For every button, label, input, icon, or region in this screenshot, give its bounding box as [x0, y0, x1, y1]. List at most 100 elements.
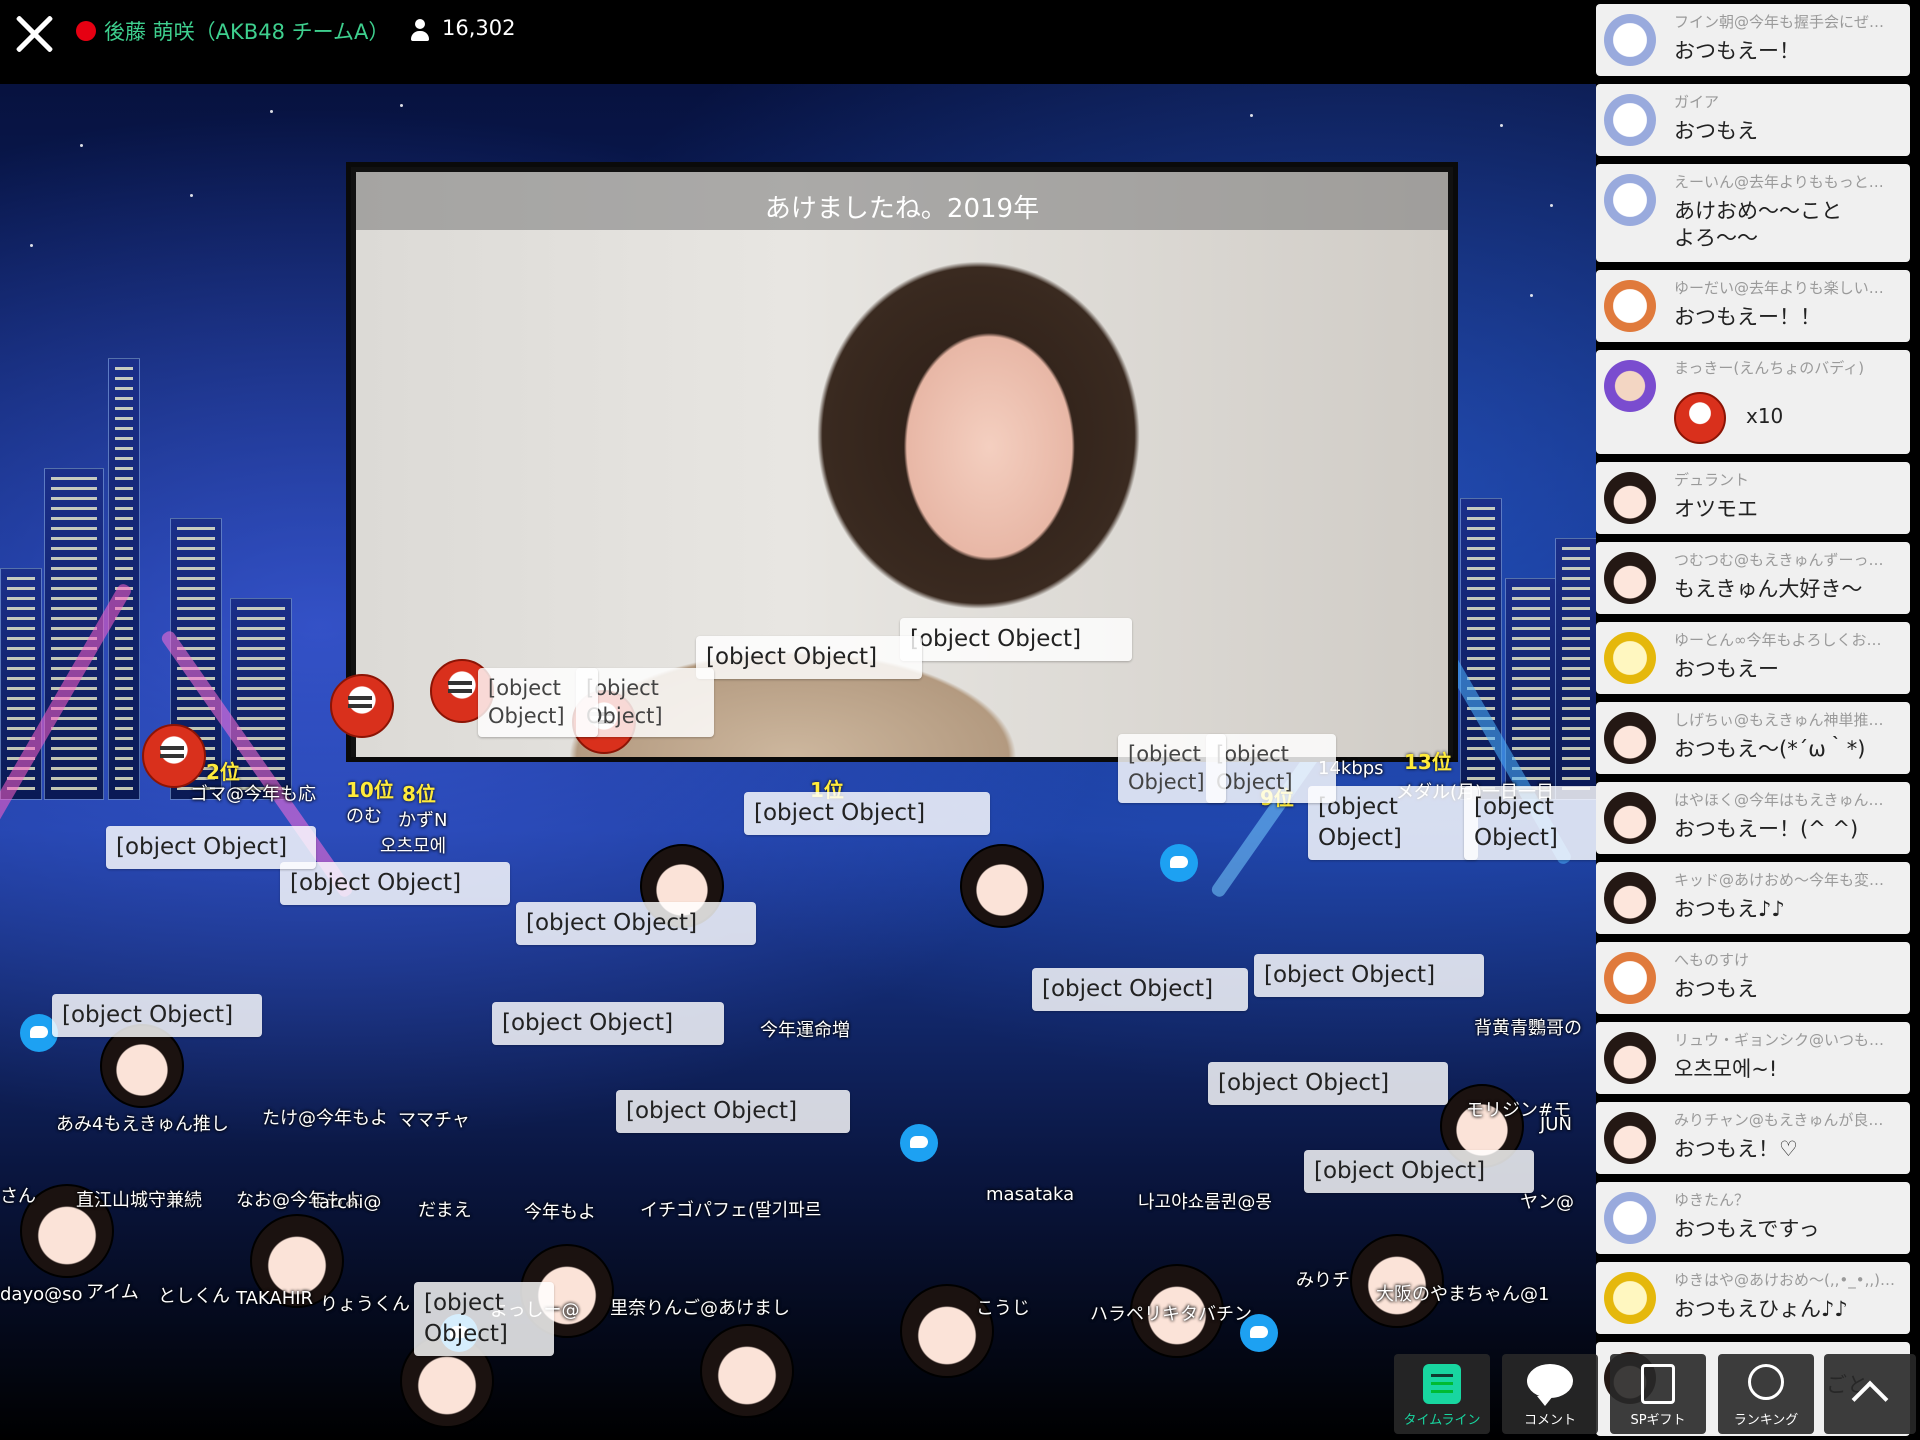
- viewer-name-tag: さん: [0, 1186, 36, 1207]
- floating-comment: [object Object]: [414, 1282, 554, 1357]
- timeline-username[interactable]: デュラント: [1674, 469, 1902, 490]
- user-avatar[interactable]: [1604, 472, 1656, 524]
- timeline-username[interactable]: ゆきたん？: [1674, 1189, 1902, 1210]
- floating-comment: [object Object]: [900, 618, 1132, 662]
- viewer-name-tag: としくん: [158, 1286, 230, 1307]
- twitter-icon: [900, 1124, 938, 1162]
- floating-comment: [object Object]: [616, 1090, 850, 1134]
- viewer-name-tag: tarchi@: [312, 1192, 382, 1213]
- user-avatar[interactable]: [1604, 632, 1656, 684]
- twitter-icon: [1160, 844, 1198, 882]
- user-avatar[interactable]: [1604, 1112, 1656, 1164]
- timeline-item[interactable]: ゆきはや@あけおめ～(,,•_•,,)… おつもえひょん♪♪: [1596, 1262, 1910, 1334]
- speech-bubble-icon: [1527, 1364, 1573, 1406]
- timeline-username[interactable]: まっきー(えんちょのバディ): [1674, 357, 1902, 378]
- timeline-comment: おつもえ: [1674, 119, 1758, 143]
- comment-timeline[interactable]: フイン朝@今年も握手会にぜ… おつもえー！ ガイア おつもえ えーいん@去年より…: [1596, 0, 1920, 1440]
- user-avatar[interactable]: [1604, 872, 1656, 924]
- timeline-username[interactable]: ゆーだい@去年よりも楽しい…: [1674, 277, 1902, 298]
- user-avatar[interactable]: [1604, 1272, 1656, 1324]
- user-avatar[interactable]: [1604, 1192, 1656, 1244]
- timeline-username[interactable]: みりチャン@もえきゅんが良…: [1674, 1109, 1902, 1130]
- close-button[interactable]: [12, 12, 56, 56]
- viewer-name-tag: ハラペリキタバチン: [1090, 1304, 1252, 1325]
- user-avatar[interactable]: [1604, 94, 1656, 146]
- viewer-name-tag: みりチ: [1296, 1270, 1350, 1291]
- user-avatar[interactable]: [1604, 792, 1656, 844]
- viewer-name-tag: 背黄青鸚哥の: [1474, 1018, 1582, 1039]
- timeline-item[interactable]: はやほく@今年はもえきゅん… おつもえー！(^ ^): [1596, 782, 1910, 854]
- viewer-name-tag: 直江山城守兼続: [76, 1190, 202, 1211]
- timeline-username[interactable]: フイン朝@今年も握手会にぜ…: [1674, 11, 1902, 32]
- user-avatar[interactable]: [1604, 1032, 1656, 1084]
- timeline-item[interactable]: キッド@あけおめ～今年も変… おつもえ♪♪: [1596, 862, 1910, 934]
- timeline-item[interactable]: まっきー(えんちょのバディ) x10: [1596, 350, 1910, 454]
- user-avatar[interactable]: [1604, 952, 1656, 1004]
- streamer-name[interactable]: 後藤 萌咲（AKB48 チームA）: [104, 16, 389, 46]
- viewer-name-tag: ゴマ@今年も応: [190, 784, 316, 805]
- daruma-gift-icon: [1674, 392, 1726, 444]
- timeline-item[interactable]: しげちぃ@もえきゅん神単推… おつもえ～(*´ω｀*): [1596, 702, 1910, 774]
- viewer-name-tag: イチゴパフェ(딸기파르: [640, 1200, 822, 1221]
- timeline-item[interactable]: ゆーだい@去年よりも楽しい… おつもえー！！: [1596, 270, 1910, 342]
- viewer-name-tag: だまえ: [418, 1200, 472, 1221]
- timeline-username[interactable]: しげちぃ@もえきゅん神単推…: [1674, 709, 1902, 730]
- floating-comment: [object Object]: [1208, 1062, 1448, 1106]
- scroll-top-button[interactable]: [1824, 1354, 1916, 1434]
- floating-comment: [object Object]: [280, 862, 510, 906]
- viewer-name-tag: 나고야쇼룸퀸@몽: [1138, 1192, 1272, 1213]
- viewer-name-tag: アイム: [86, 1282, 139, 1303]
- timeline-item[interactable]: ゆきたん？ おつもえですっ: [1596, 1182, 1910, 1254]
- timeline-username[interactable]: リュウ・ギョンシク@いつも…: [1674, 1029, 1902, 1050]
- floating-comment: [object Object]: [52, 994, 262, 1038]
- viewer-name-tag: あみ4もえきゅん推し: [56, 1114, 229, 1135]
- timeline-comment: 오츠모에~!: [1674, 1057, 1778, 1081]
- timeline-button-label: タイムライン: [1403, 1413, 1481, 1428]
- timeline-button[interactable]: タイムライン: [1394, 1354, 1490, 1434]
- viewer-name-tag: masataka: [986, 1184, 1075, 1205]
- video-caption-bar: あけましたね。2019年: [356, 172, 1448, 230]
- timeline-item[interactable]: つむつむ@もえきゅんずーっ… もえきゅん大好き～: [1596, 542, 1910, 614]
- timeline-comment: おつもえー！！: [1674, 305, 1821, 329]
- timeline-comment: オツモエ: [1674, 497, 1758, 521]
- viewer-name-tag: かずN: [398, 810, 448, 831]
- timeline-username[interactable]: へものすけ: [1674, 949, 1902, 970]
- timeline-username[interactable]: ガイア: [1674, 91, 1902, 112]
- user-avatar[interactable]: [1604, 712, 1656, 764]
- timeline-username[interactable]: えーいん@去年よりももっと…: [1674, 171, 1902, 192]
- gift-list-icon: [1641, 1364, 1675, 1404]
- gift-count: x10: [1746, 404, 1784, 428]
- timeline-item[interactable]: へものすけ おつもえ: [1596, 942, 1910, 1014]
- timeline-item[interactable]: みりチャン@もえきゅんが良… おつもえ！♡: [1596, 1102, 1910, 1174]
- ranking-button[interactable]: ランキング: [1718, 1354, 1814, 1434]
- timeline-username[interactable]: つむつむ@もえきゅんずーっ…: [1674, 549, 1902, 570]
- timeline-item[interactable]: デュラント オツモエ: [1596, 462, 1910, 534]
- ranking-medal-icon: [1748, 1364, 1784, 1400]
- user-avatar[interactable]: [1604, 280, 1656, 332]
- user-avatar[interactable]: [1604, 174, 1656, 226]
- daruma-gift-icon: [142, 724, 206, 788]
- timeline-item[interactable]: ゆーとん∞今年もよろしくお… おつもえー: [1596, 622, 1910, 694]
- viewer-avatar: [700, 1324, 794, 1418]
- comment-button[interactable]: コメント: [1502, 1354, 1598, 1434]
- timeline-item[interactable]: リュウ・ギョンシク@いつも… 오츠모에~!: [1596, 1022, 1910, 1094]
- user-avatar[interactable]: [1604, 360, 1656, 412]
- timeline-item[interactable]: ガイア おつもえ: [1596, 84, 1910, 156]
- timeline-username[interactable]: キッド@あけおめ～今年も変…: [1674, 869, 1902, 890]
- viewer-name-tag: TAKAHIR: [236, 1288, 314, 1309]
- user-avatar[interactable]: [1604, 552, 1656, 604]
- video-caption: あけましたね。2019年: [764, 194, 1040, 224]
- viewer-name-tag: 里奈りんご@あけまし: [610, 1298, 790, 1319]
- viewer-name-tag: りょうくん: [320, 1294, 410, 1315]
- timeline-username[interactable]: ゆーとん∞今年もよろしくお…: [1674, 629, 1902, 650]
- timeline-item[interactable]: フイン朝@今年も握手会にぜ… おつもえー！: [1596, 4, 1910, 76]
- person-icon: [410, 19, 430, 43]
- user-avatar[interactable]: [1604, 14, 1656, 66]
- viewer-name-tag: 大阪のやまちゃん@1: [1376, 1284, 1550, 1305]
- timeline-username[interactable]: はやほく@今年はもえきゅん…: [1674, 789, 1902, 810]
- timeline-item[interactable]: えーいん@去年よりももっと… あけおめ～～こと よろ～～: [1596, 164, 1910, 262]
- live-stage: あけましたね。2019年 2位 10位 8位 1位 13位 9位 ゴマ@今年も応…: [0, 84, 1596, 1440]
- floating-comment: [object Object]: [516, 902, 756, 946]
- sp-gift-button[interactable]: SPギフト: [1610, 1354, 1706, 1434]
- timeline-username[interactable]: ゆきはや@あけおめ～(,,•_•,,)…: [1674, 1269, 1902, 1290]
